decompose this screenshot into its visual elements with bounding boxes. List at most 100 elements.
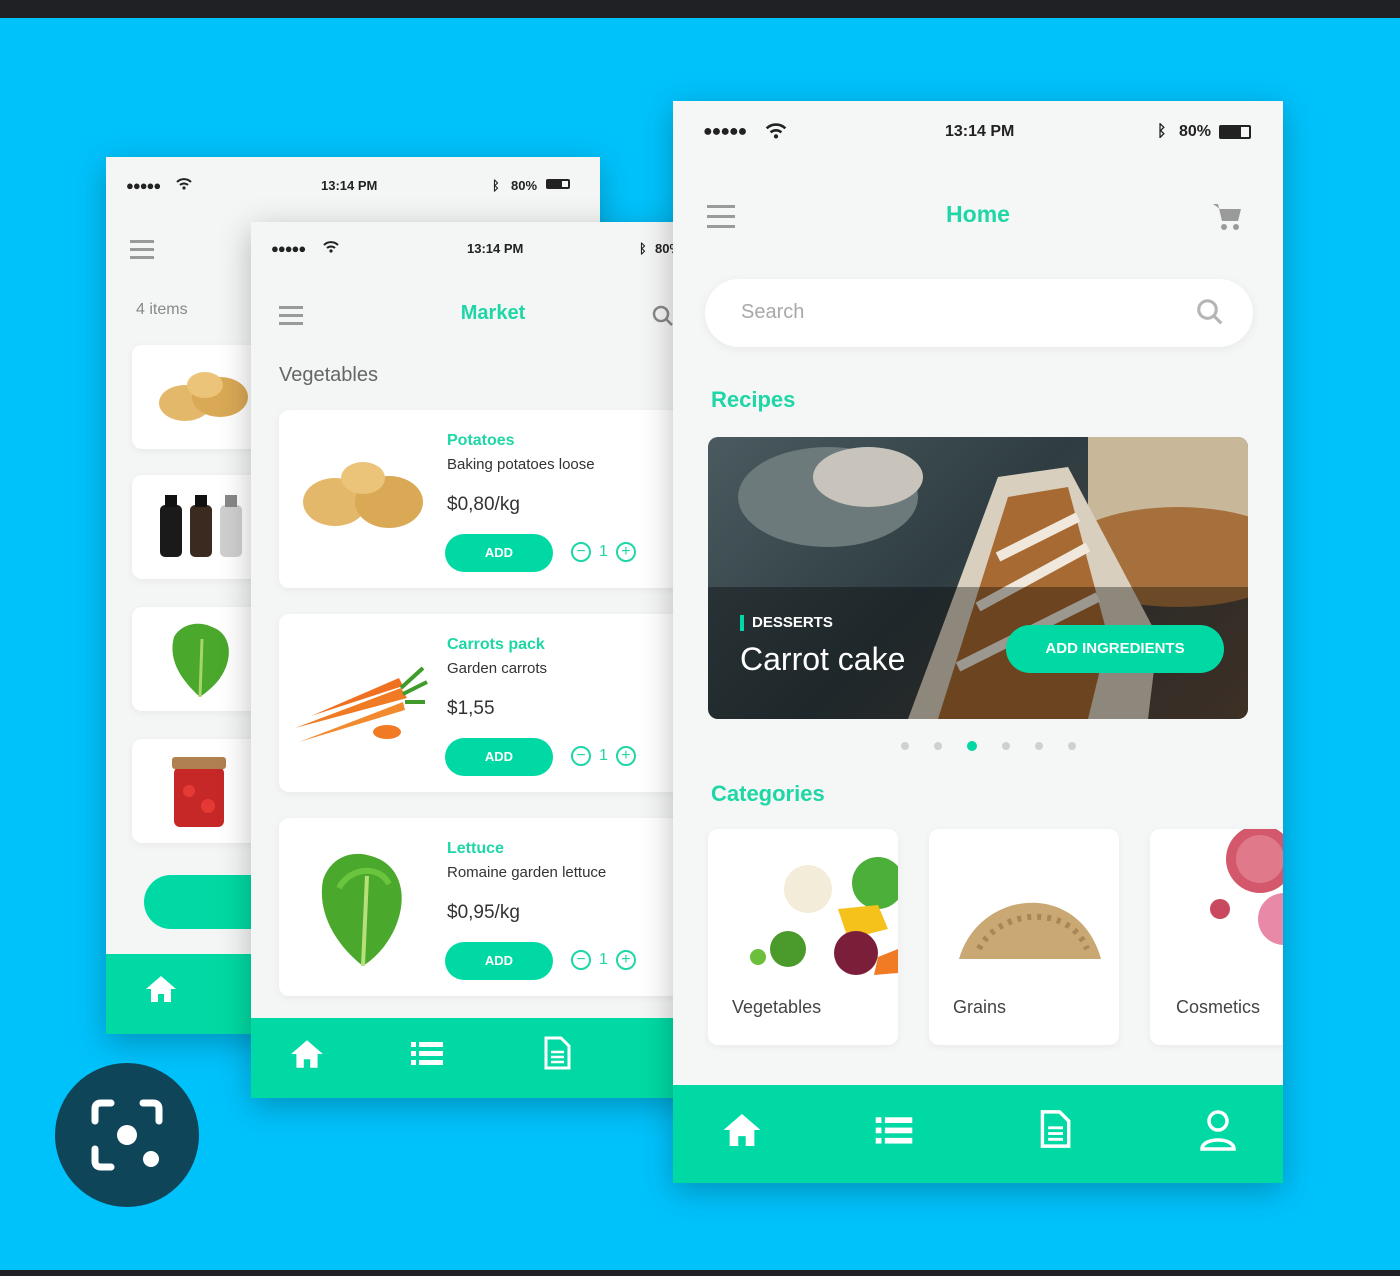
- carousel-dot[interactable]: [1035, 742, 1043, 750]
- battery-icon: [546, 179, 570, 189]
- page-title: Market: [460, 302, 526, 324]
- search-icon[interactable]: [651, 304, 675, 333]
- quantity-stepper: − 1 +: [571, 950, 636, 970]
- wifi-icon: [323, 240, 339, 256]
- carousel-dot[interactable]: [1068, 742, 1076, 750]
- potato-image: [159, 372, 248, 421]
- signal-icon: ●●●●●: [703, 123, 747, 140]
- potato-image: [303, 462, 423, 528]
- bluetooth-icon: ᛒ: [492, 177, 500, 193]
- category-card[interactable]: Grains: [929, 829, 1119, 1045]
- quantity-value: 1: [599, 951, 608, 968]
- category-card[interactable]: Cosmetics: [1150, 829, 1283, 1045]
- battery-percent: 80%: [511, 177, 538, 193]
- item-count: 4 items: [136, 301, 188, 318]
- bottom-system-bar: [0, 1270, 1400, 1276]
- product-name: Carrots pack: [447, 636, 545, 653]
- camera-search-icon: [91, 1099, 163, 1171]
- category-label: Cosmetics: [1176, 997, 1261, 1017]
- product-desc: Baking potatoes loose: [447, 456, 595, 473]
- carrot-image: [295, 666, 428, 742]
- bottles-image: [160, 495, 242, 557]
- bluetooth-icon: ᛒ: [639, 240, 647, 256]
- carousel-dot[interactable]: [901, 742, 909, 750]
- quantity-value: 1: [599, 747, 608, 764]
- signal-icon: ●●●●●: [271, 240, 306, 256]
- cart-icon[interactable]: [1211, 201, 1243, 236]
- minus-icon[interactable]: −: [571, 542, 591, 562]
- market-screen: ●●●●● 13:14 PM ᛒ 80% Market Vegetables P…: [251, 222, 691, 1098]
- category-label: Grains: [953, 997, 1007, 1017]
- search-bar[interactable]: Search: [705, 279, 1253, 347]
- bluetooth-icon: ᛒ: [1157, 123, 1167, 140]
- minus-icon[interactable]: −: [571, 746, 591, 766]
- add-button[interactable]: ADD: [445, 534, 553, 572]
- product-card[interactable]: Lettuce Romaine garden lettuce $0,95/kg …: [279, 818, 691, 996]
- categories-title: Categories: [711, 781, 825, 806]
- add-button[interactable]: ADD: [445, 738, 553, 776]
- product-desc: Romaine garden lettuce: [447, 864, 607, 881]
- product-name: Lettuce: [447, 840, 504, 857]
- quantity-stepper: − 1 +: [571, 542, 636, 562]
- recipe-card[interactable]: DESSERTS Carrot cake ADD INGREDIENTS: [708, 437, 1248, 719]
- jar-image: [172, 757, 226, 827]
- home-icon[interactable]: [289, 1038, 325, 1075]
- category-label: Vegetables: [732, 997, 822, 1017]
- status-bar: ●●●●● 13:14 PM ᛒ 80%: [251, 238, 691, 258]
- search-icon[interactable]: [1195, 297, 1225, 332]
- add-ingredients-button[interactable]: ADD INGREDIENTS: [1006, 625, 1224, 673]
- document-icon[interactable]: [543, 1036, 571, 1075]
- carousel-dot[interactable]: [934, 742, 942, 750]
- product-price: $0,95/kg: [447, 902, 520, 923]
- product-card[interactable]: Carrots pack Garden carrots $1,55 ADD − …: [279, 614, 691, 792]
- carousel-dot[interactable]: [1002, 742, 1010, 750]
- status-time: 13:14 PM: [321, 177, 378, 193]
- home-icon[interactable]: [721, 1111, 763, 1154]
- cosmetics-image: [1210, 829, 1283, 945]
- plus-icon[interactable]: +: [615, 950, 636, 970]
- tag-marker: [740, 615, 744, 631]
- vegetables-image: [750, 857, 898, 975]
- wifi-icon: [765, 123, 787, 144]
- section-title: Vegetables: [279, 364, 378, 386]
- recipe-name: Carrot cake: [740, 641, 906, 677]
- page-title: Home: [946, 201, 1010, 227]
- quantity-stepper: − 1 +: [571, 746, 636, 766]
- battery-percent: 80%: [1179, 123, 1212, 140]
- list-icon[interactable]: [875, 1115, 913, 1152]
- lettuce-image: [321, 853, 402, 967]
- home-screen: ●●●●● 13:14 PM ᛒ 80% Home Search Recipes: [673, 101, 1283, 1183]
- search-input[interactable]: Search: [741, 301, 804, 324]
- product-card[interactable]: Potatoes Baking potatoes loose $0,80/kg …: [279, 410, 691, 588]
- bottom-nav: [251, 1018, 691, 1098]
- user-icon[interactable]: [1199, 1109, 1237, 1156]
- document-icon[interactable]: [1039, 1109, 1071, 1154]
- battery-icon: [1219, 125, 1251, 139]
- minus-icon[interactable]: −: [571, 950, 591, 970]
- recipe-tag: DESSERTS: [752, 614, 833, 631]
- grains-image: [959, 902, 1101, 959]
- list-icon[interactable]: [411, 1040, 443, 1073]
- menu-icon[interactable]: [130, 240, 154, 264]
- product-price: $0,80/kg: [447, 494, 520, 515]
- home-icon[interactable]: [144, 974, 178, 1009]
- status-time: 13:14 PM: [945, 123, 1015, 140]
- add-button[interactable]: ADD: [445, 942, 553, 980]
- wifi-icon: [176, 177, 192, 193]
- status-time: 13:14 PM: [467, 240, 524, 256]
- lettuce-image: [172, 623, 229, 698]
- lens-button[interactable]: [55, 1063, 199, 1207]
- status-bar: ●●●●● 13:14 PM ᛒ 80%: [673, 121, 1283, 143]
- carousel-dot-active[interactable]: [967, 741, 977, 751]
- product-desc: Garden carrots: [447, 660, 548, 677]
- quantity-value: 1: [599, 543, 608, 560]
- carousel-dots: [901, 741, 1076, 751]
- product-name: Potatoes: [447, 432, 515, 449]
- status-bar: ●●●●● 13:14 PM ᛒ 80%: [106, 175, 600, 195]
- signal-icon: ●●●●●: [126, 177, 161, 193]
- plus-icon[interactable]: +: [615, 746, 636, 766]
- recipes-title: Recipes: [711, 387, 796, 412]
- plus-icon[interactable]: +: [615, 542, 636, 562]
- product-price: $1,55: [447, 698, 495, 719]
- category-card[interactable]: Vegetables: [708, 829, 898, 1045]
